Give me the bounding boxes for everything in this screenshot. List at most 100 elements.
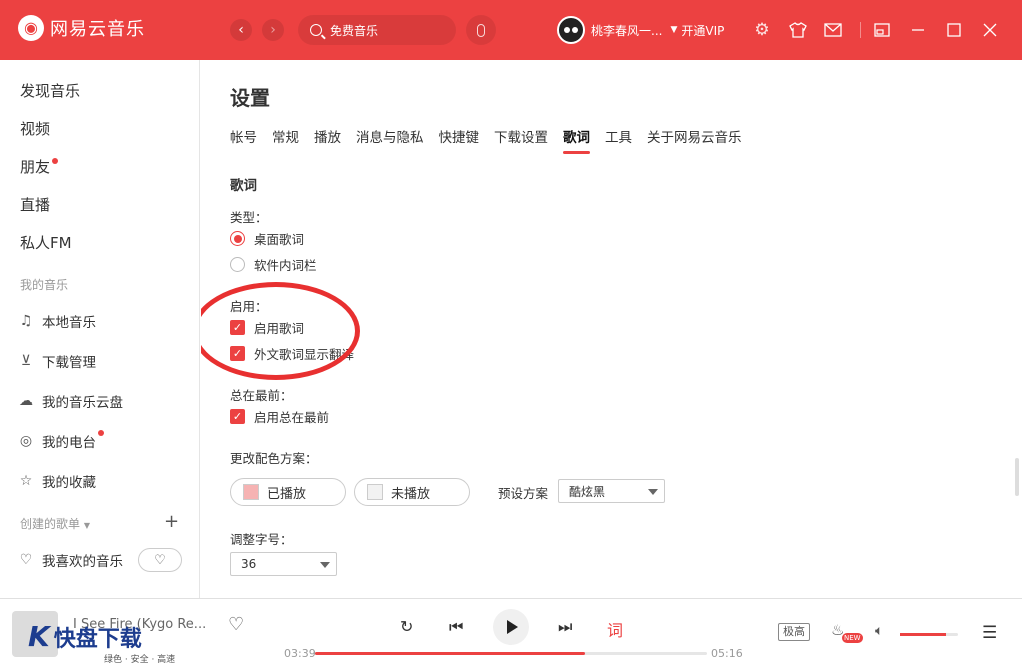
netease-logo-icon: ◉ [18, 15, 44, 41]
skin-icon[interactable] [788, 20, 808, 40]
unplayed-color-button[interactable]: 未播放 [354, 478, 470, 506]
watermark-logo: K 快盘下载 绿色 · 安全 · 高速 [28, 623, 175, 666]
tab-privacy[interactable]: 消息与隐私 [356, 126, 424, 152]
sidebar-item-live[interactable]: 直播 [20, 194, 50, 215]
preset-label: 预设方案 [498, 486, 549, 501]
sidebar-item-friends[interactable]: 朋友 [20, 156, 59, 177]
color-swatch [243, 484, 259, 500]
maximize-icon[interactable] [944, 20, 964, 40]
minimize-icon[interactable] [908, 20, 928, 40]
music-note-icon: ♫ [19, 313, 33, 329]
search-input[interactable]: 免费音乐 [298, 15, 456, 45]
type-label: 类型： [230, 210, 268, 225]
sidebar-item-discover[interactable]: 发现音乐 [20, 80, 80, 101]
app-logo[interactable]: ◉ 网易云音乐 [18, 15, 145, 41]
tab-tools[interactable]: 工具 [605, 126, 632, 152]
heartbeat-mode-button[interactable]: ♡ [138, 548, 182, 572]
tab-download[interactable]: 下载设置 [494, 126, 548, 152]
microphone-icon [477, 23, 485, 37]
sidebar-item-downloads[interactable]: ⊻ 下载管理 [18, 351, 96, 371]
playlist-icon[interactable]: ☰ [982, 623, 997, 643]
mail-icon[interactable] [823, 20, 843, 40]
chevron-down-icon[interactable]: ▼ [670, 25, 677, 35]
unplayed-label: 未播放 [391, 486, 431, 502]
loop-mode-icon[interactable]: ↻ [400, 617, 413, 636]
checkbox-checked-icon[interactable]: ✓ [230, 409, 245, 424]
font-size-select[interactable]: 36 [230, 552, 337, 576]
mini-mode-icon[interactable] [872, 20, 892, 40]
total-time: 05:16 [711, 647, 743, 660]
radio-in-app-lyrics[interactable]: 软件内词栏 [230, 255, 317, 274]
scrollbar[interactable] [1015, 458, 1019, 496]
sidebar-item-cloud[interactable]: ☁ 我的音乐云盘 [18, 391, 123, 411]
add-playlist-button[interactable]: + [164, 511, 179, 532]
heart-icon: ♡ [19, 552, 33, 568]
option-label: 桌面歌词 [254, 232, 305, 247]
vip-button[interactable]: 开通VIP [681, 22, 724, 39]
quality-button[interactable]: 极高 [778, 623, 810, 641]
lyrics-toggle-icon[interactable]: 词 [607, 617, 623, 641]
close-icon[interactable] [980, 20, 1000, 40]
download-icon: ⊻ [20, 353, 32, 369]
sidebar-item-label: 我的电台 [42, 435, 96, 451]
settings-panel: 设置 帐号 常规 播放 消息与隐私 快捷键 下载设置 歌词 工具 关于网易云音乐… [201, 60, 1022, 598]
color-swatch [367, 484, 383, 500]
user-menu[interactable]: 桃李春风一... ▼ 开通VIP [557, 16, 724, 44]
played-color-button[interactable]: 已播放 [230, 478, 346, 506]
radio-icon: ◎ [19, 433, 33, 449]
tab-account[interactable]: 帐号 [230, 126, 257, 152]
color-scheme-label: 更改配色方案： [230, 451, 318, 466]
next-track-icon[interactable]: ⏭ [558, 617, 572, 637]
my-music-heading: 我的音乐 [20, 278, 69, 292]
app-title: 网易云音乐 [50, 19, 145, 40]
created-playlists-label: 创建的歌单 [20, 517, 81, 531]
volume-fill [900, 633, 947, 636]
voice-search-button[interactable] [466, 15, 496, 45]
gear-icon[interactable]: ⚙ [752, 20, 772, 40]
tab-playback[interactable]: 播放 [314, 126, 341, 152]
previous-track-icon[interactable]: ⏮ [449, 617, 463, 637]
tab-lyrics[interactable]: 歌词 [563, 126, 590, 154]
progress-fill [315, 652, 586, 655]
sidebar-item-video[interactable]: 视频 [20, 118, 50, 139]
notification-dot [98, 430, 104, 436]
play-icon [507, 620, 518, 634]
ontop-label: 总在最前： [230, 388, 293, 403]
radio-button[interactable] [230, 257, 245, 272]
tab-about[interactable]: 关于网易云音乐 [647, 126, 742, 152]
radio-button[interactable] [230, 231, 245, 246]
search-value: 免费音乐 [330, 23, 379, 38]
notification-dot [52, 158, 59, 164]
forward-button[interactable]: › [262, 19, 284, 41]
avatar[interactable] [557, 16, 585, 44]
chevron-down-icon [320, 562, 330, 568]
back-button[interactable]: ‹ [230, 19, 252, 41]
sidebar-item-label: 我喜欢的音乐 [42, 554, 123, 570]
sidebar-item-local-music[interactable]: ♫ 本地音乐 [18, 311, 96, 331]
sidebar-item-liked[interactable]: ♡ 我喜欢的音乐 [18, 550, 123, 570]
sidebar-item-label: 朋友 [20, 158, 51, 176]
option-label: 软件内词栏 [254, 258, 317, 273]
sidebar-item-collection[interactable]: ☆ 我的收藏 [18, 471, 96, 491]
like-heart-icon[interactable]: ♡ [228, 614, 244, 635]
progress-bar[interactable] [315, 652, 707, 655]
created-playlists-heading[interactable]: 创建的歌单 ▼ [20, 515, 90, 532]
watermark-text: 快盘下载 [53, 627, 142, 652]
checkbox-always-on-top[interactable]: ✓ 启用总在最前 [230, 407, 329, 426]
chevron-down-icon [648, 489, 658, 495]
top-bar: ◉ 网易云音乐 ‹ › 免费音乐 桃李春风一... ▼ 开通VIP ⚙ [0, 0, 1022, 60]
radio-desktop-lyrics[interactable]: 桌面歌词 [230, 229, 304, 248]
sidebar-item-fm[interactable]: 私人FM [20, 232, 72, 253]
tab-general[interactable]: 常规 [272, 126, 299, 152]
volume-slider[interactable] [900, 633, 958, 636]
volume-icon[interactable]: 🔈︎ [875, 623, 883, 639]
current-time: 03:39 [284, 647, 316, 660]
played-label: 已播放 [267, 486, 307, 502]
sidebar-item-radio[interactable]: ◎ 我的电台 [18, 430, 104, 451]
user-name[interactable]: 桃李春风一... [591, 22, 662, 39]
tab-shortcuts[interactable]: 快捷键 [439, 126, 480, 152]
play-button[interactable] [493, 609, 529, 645]
sidebar-item-label: 我的音乐云盘 [42, 395, 123, 411]
preset-value: 酷炫黑 [569, 484, 606, 499]
preset-select[interactable]: 酷炫黑 [558, 479, 665, 503]
